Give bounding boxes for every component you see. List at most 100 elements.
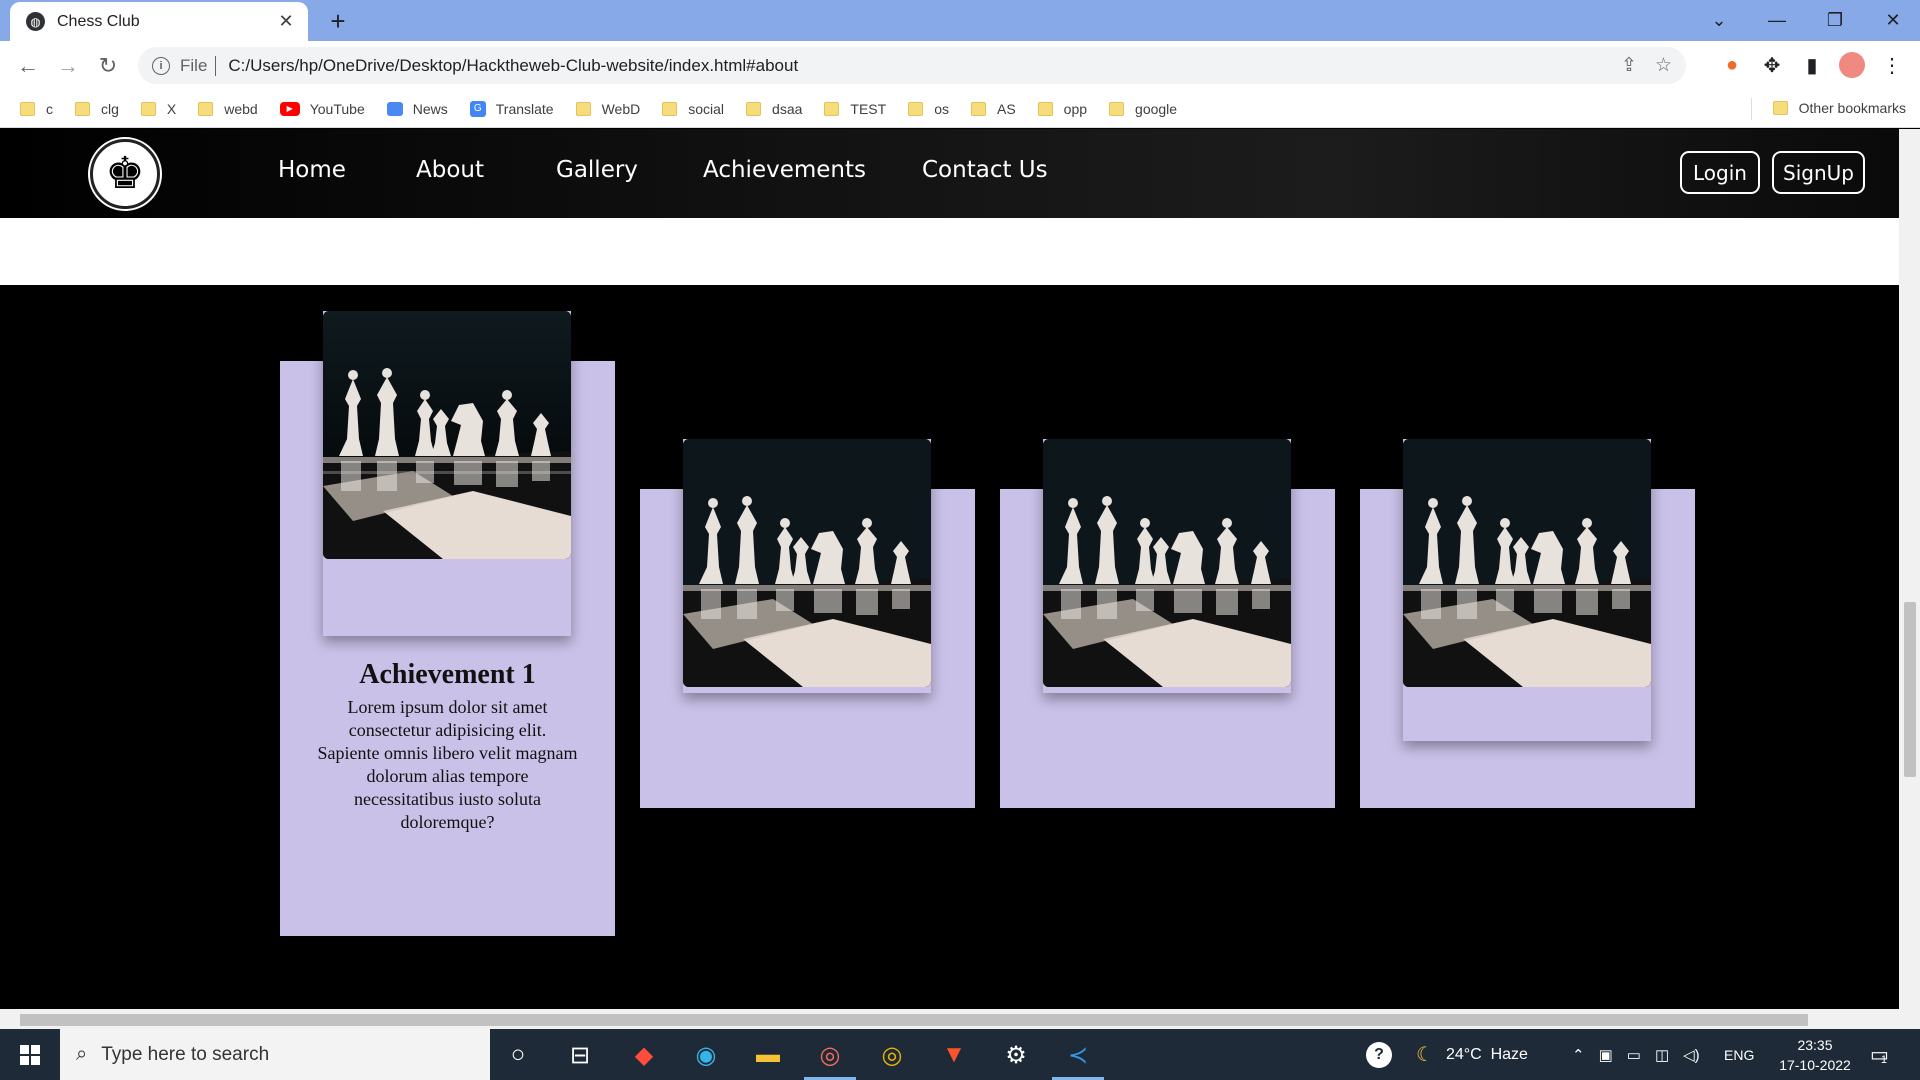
bookmark-social[interactable]: social [662,101,724,117]
bookmarks-divider [1751,98,1752,120]
volume-icon[interactable]: ◁) [1683,1046,1700,1064]
card-title: Achievement 1 [359,659,536,690]
search-placeholder: Type here to search [101,1043,270,1065]
clock[interactable]: 23:35 17-10-2022 [1770,1029,1860,1080]
chevron-up-icon[interactable]: ⌃ [1572,1046,1585,1064]
reload-icon[interactable]: ↻ [92,50,124,82]
horizontal-scroll-thumb[interactable] [20,1014,1808,1026]
bookmark-os[interactable]: os [908,101,949,117]
windows-logo-icon [20,1044,40,1065]
clock-time: 23:35 [1797,1036,1833,1053]
bookmark-webd[interactable]: webd [198,101,258,117]
achievement-card[interactable]: Achievement 1 Lorem ipsum dolor sit amet… [280,311,615,936]
edge-icon[interactable]: ◉ [688,1037,724,1073]
share-icon[interactable]: ⇪ [1621,54,1637,77]
bookmark-c[interactable]: c [20,101,53,117]
achievement-card[interactable] [640,439,975,808]
folder-icon [1109,101,1125,116]
nav-contact-us[interactable]: Contact Us [922,157,1048,183]
puzzle-icon[interactable]: ✥ [1758,51,1786,79]
extension-icon[interactable]: ● [1718,51,1746,79]
news-icon [386,101,403,116]
bookmark-opp[interactable]: opp [1037,101,1087,117]
folder-icon [75,101,90,116]
nav-home[interactable]: Home [278,157,346,183]
nav-achievements[interactable]: Achievements [703,157,866,183]
help-icon[interactable]: ? [1366,1029,1392,1080]
bookmark-x[interactable]: X [140,101,176,117]
close-window-button[interactable]: ✕ [1864,0,1920,41]
achievement-card[interactable] [1360,439,1695,808]
white-section-strip [0,218,1899,285]
notifications-icon[interactable]: ▭ 1 [1870,1029,1889,1080]
youtube-icon: ▶ [279,101,300,116]
horizontal-scrollbar[interactable] [0,1009,1920,1029]
brave-icon[interactable]: ▼ [936,1037,972,1073]
moon-icon: ☾ [1416,1044,1434,1066]
folder-icon [198,101,214,116]
avatar[interactable] [1838,51,1866,79]
chrome-profile-icon[interactable]: ◎ [812,1037,848,1073]
tab-search-icon[interactable]: ⌄ [1690,0,1748,41]
bookmark-translate[interactable]: G Translate [469,100,554,117]
chess-pieces-image [1403,439,1651,687]
battery-icon[interactable]: ▭ [1627,1046,1641,1064]
url-text[interactable]: C:/Users/hp/OneDrive/Desktop/Hacktheweb-… [228,56,798,76]
achievement-card[interactable] [1000,439,1335,808]
bookmark-clg[interactable]: clg [75,101,119,117]
weather-widget[interactable]: ☾ 24°C Haze [1416,1029,1528,1080]
folder-icon [908,101,924,116]
browser-tab[interactable]: ◍ Chess Club ✕ [10,2,308,41]
close-tab-icon[interactable]: ✕ [276,11,296,32]
bookmark-dsaa[interactable]: dsaa [746,101,802,117]
restore-button[interactable]: ❐ [1806,0,1864,41]
side-panel-icon[interactable]: ▮ [1798,51,1826,79]
nav-about[interactable]: About [416,157,484,183]
info-icon[interactable]: i [152,56,170,75]
nav-gallery[interactable]: Gallery [556,157,638,183]
vscode-icon[interactable]: ≺ [1060,1037,1096,1073]
folder-icon [970,101,986,116]
card-image-frame [323,311,571,636]
chess-pieces-image [683,439,931,687]
meet-icon[interactable]: ▣ [1599,1046,1613,1064]
bookmark-test[interactable]: TEST [824,101,886,117]
bookmark-as[interactable]: AS [970,101,1016,117]
chess-king-logo-icon[interactable]: ♚ [90,139,160,209]
bookmark-news[interactable]: News [386,101,448,117]
vertical-scrollbar[interactable] [1899,129,1920,1009]
chrome-icon[interactable]: ◎ [874,1037,910,1073]
file-explorer-icon[interactable]: ▬ [750,1037,786,1073]
back-icon[interactable]: ← [12,50,44,82]
chess-pieces-image [323,311,571,559]
bookmark-webd-2[interactable]: WebD [575,101,640,117]
bookmarks-bar: c clg X webd ▶ YouTube News G Translate We… [0,90,1920,128]
bookmark-youtube[interactable]: ▶ YouTube [279,101,365,117]
bookmark-star-icon[interactable]: ☆ [1655,54,1672,77]
task-view-icon[interactable]: ⊟ [562,1037,598,1073]
settings-icon[interactable]: ⚙ [998,1037,1034,1073]
network-icon[interactable]: ◫ [1655,1046,1669,1064]
cortana-icon[interactable]: ○ [500,1037,536,1073]
vertical-scroll-thumb[interactable] [1904,602,1916,777]
signup-button[interactable]: SignUp [1772,151,1865,194]
address-bar[interactable]: i File C:/Users/hp/OneDrive/Desktop/Hack… [138,47,1686,84]
bookmark-google[interactable]: google [1109,101,1177,117]
language-indicator[interactable]: ENG [1724,1029,1754,1080]
start-button[interactable] [0,1029,60,1080]
folder-icon [662,101,678,116]
forward-icon[interactable]: → [52,50,84,82]
folder-icon [20,101,35,116]
card-image-frame [683,439,931,693]
login-button[interactable]: Login [1680,151,1760,194]
tab-title: Chess Club [57,12,140,30]
new-tab-button[interactable]: + [322,6,354,38]
browser-toolbar: ← → ↻ i File C:/Users/hp/OneDrive/Deskto… [0,41,1920,90]
minimize-button[interactable]: — [1748,0,1806,41]
menu-icon[interactable]: ⋮ [1878,51,1906,79]
app-diamond-icon[interactable]: ◆ [626,1037,662,1073]
taskbar-search[interactable]: ⌕ Type here to search [60,1029,490,1080]
other-bookmarks[interactable]: Other bookmarks [1772,100,1906,116]
folder-icon [1772,101,1788,115]
url-scheme: File [180,55,208,75]
